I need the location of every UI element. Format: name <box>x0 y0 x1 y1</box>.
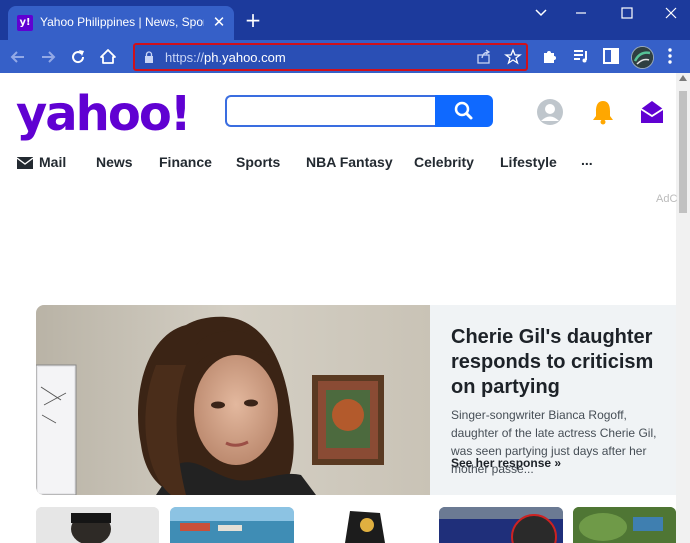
bell-icon[interactable] <box>589 98 617 126</box>
media-queue-icon[interactable] <box>571 46 591 66</box>
search-input[interactable] <box>225 95 435 127</box>
thumbnail-image <box>170 507 294 543</box>
back-icon[interactable] <box>7 46 29 68</box>
browser-title-bar: y! Yahoo Philippines | News, Sports ✕ + <box>0 0 690 40</box>
account-icon[interactable] <box>536 98 564 126</box>
profile-avatar[interactable] <box>631 46 654 69</box>
scroll-up-arrow[interactable] <box>679 75 687 81</box>
browser-tab-yahoo[interactable]: y! Yahoo Philippines | News, Sports ✕ <box>8 6 234 40</box>
nav-mail[interactable]: Mail <box>39 154 66 170</box>
puzzle-icon[interactable] <box>540 46 560 66</box>
star-icon[interactable] <box>504 48 522 66</box>
nav-nba-fantasy[interactable]: NBA Fantasy <box>306 154 393 170</box>
minimize-icon[interactable] <box>571 4 591 22</box>
tab-title: Yahoo Philippines | News, Sports <box>40 15 204 29</box>
side-panel-icon[interactable] <box>601 46 621 66</box>
mail-icon[interactable] <box>638 98 666 126</box>
url-scheme: https:// <box>165 50 205 65</box>
search-icon <box>454 101 473 120</box>
hero-story-card[interactable]: Cherie Gil's daughter responds to critic… <box>36 305 676 495</box>
hero-headline[interactable]: Cherie Gil's daughter responds to critic… <box>451 325 676 400</box>
share-icon[interactable] <box>475 48 493 66</box>
ad-choices-label[interactable]: AdC <box>656 193 677 205</box>
nav-lifestyle[interactable]: Lifestyle <box>500 154 557 170</box>
address-bar[interactable]: https://ph.yahoo.com <box>133 43 528 71</box>
thumbnail-story-4[interactable] <box>439 507 563 543</box>
hero-read-more-link[interactable]: See her response » <box>451 456 561 470</box>
page-scrollbar[interactable] <box>676 73 690 543</box>
url-host: ph.yahoo.com <box>204 50 286 65</box>
forward-icon[interactable] <box>37 46 59 68</box>
hero-photo <box>36 305 430 495</box>
maximize-icon[interactable] <box>617 4 637 22</box>
nav-news[interactable]: News <box>96 154 133 170</box>
close-tab-icon[interactable]: ✕ <box>211 14 227 30</box>
kebab-menu-icon[interactable] <box>662 46 678 66</box>
url-text: https://ph.yahoo.com <box>165 50 286 65</box>
nav-more[interactable]: ... <box>581 152 593 168</box>
search-button[interactable] <box>435 95 493 127</box>
reload-icon[interactable] <box>67 46 89 68</box>
yahoo-favicon-icon: y! <box>17 15 33 31</box>
yahoo-logo[interactable]: yahoo! <box>16 84 192 144</box>
lock-icon <box>145 51 153 63</box>
tab-search-icon[interactable] <box>531 4 551 22</box>
close-window-icon[interactable] <box>661 4 681 22</box>
envelope-icon <box>17 157 33 169</box>
home-icon[interactable] <box>97 46 119 68</box>
thumbnail-story-3[interactable] <box>305 507 429 543</box>
thumbnail-image <box>36 507 159 543</box>
nav-celebrity[interactable]: Celebrity <box>414 154 474 170</box>
thumbnail-story-1[interactable] <box>36 507 159 543</box>
thumbnail-story-5[interactable] <box>573 507 676 543</box>
new-tab-button[interactable]: + <box>244 10 262 30</box>
scrollbar-thumb[interactable] <box>679 91 687 213</box>
thumbnail-image <box>439 507 563 543</box>
thumbnail-image <box>573 507 676 543</box>
thumbnail-story-2[interactable] <box>170 507 294 543</box>
nav-sports[interactable]: Sports <box>236 154 280 170</box>
thumbnail-image <box>305 507 429 543</box>
nav-finance[interactable]: Finance <box>159 154 212 170</box>
